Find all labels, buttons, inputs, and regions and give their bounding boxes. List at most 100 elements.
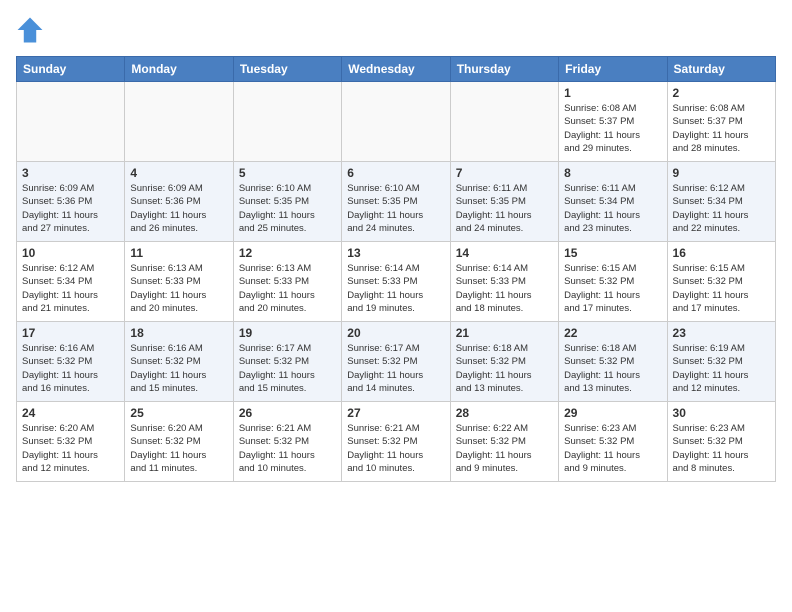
calendar-cell: 7 Sunrise: 6:11 AMSunset: 5:35 PMDaylight… (450, 162, 558, 242)
day-number: 12 (239, 246, 336, 260)
calendar-cell: 3 Sunrise: 6:09 AMSunset: 5:36 PMDaylight… (17, 162, 125, 242)
day-info: Sunrise: 6:09 AMSunset: 5:36 PMDaylight:… (22, 182, 119, 235)
day-number: 14 (456, 246, 553, 260)
day-number: 16 (673, 246, 770, 260)
calendar-table: SundayMondayTuesdayWednesdayThursdayFrid… (16, 56, 776, 482)
day-info: Sunrise: 6:21 AMSunset: 5:32 PMDaylight:… (239, 422, 336, 475)
calendar-cell: 17 Sunrise: 6:16 AMSunset: 5:32 PMDayligh… (17, 322, 125, 402)
calendar-cell: 28 Sunrise: 6:22 AMSunset: 5:32 PMDayligh… (450, 402, 558, 482)
day-number: 15 (564, 246, 661, 260)
calendar-cell: 13Sunrise: 6:14 AMSunset: 5:33 PMDayligh… (342, 242, 450, 322)
day-info: Sunrise: 6:10 AMSunset: 5:35 PMDaylight:… (347, 182, 444, 235)
day-number: 4 (130, 166, 227, 180)
day-number: 9 (673, 166, 770, 180)
day-number: 1 (564, 86, 661, 100)
calendar-cell: 22 Sunrise: 6:18 AMSunset: 5:32 PMDayligh… (559, 322, 667, 402)
day-info: Sunrise: 6:13 AMSunset: 5:33 PMDaylight:… (239, 262, 336, 315)
calendar-cell: 2 Sunrise: 6:08 AMSunset: 5:37 PMDaylight… (667, 82, 775, 162)
day-info: Sunrise: 6:23 AMSunset: 5:32 PMDaylight:… (673, 422, 770, 475)
calendar-day-header: Tuesday (233, 57, 341, 82)
calendar-cell: 21 Sunrise: 6:18 AMSunset: 5:32 PMDayligh… (450, 322, 558, 402)
calendar-cell (17, 82, 125, 162)
calendar-cell (125, 82, 233, 162)
calendar-cell (342, 82, 450, 162)
calendar-week-row: 10 Sunrise: 6:12 AMSunset: 5:34 PMDayligh… (17, 242, 776, 322)
day-info: Sunrise: 6:23 AMSunset: 5:32 PMDaylight:… (564, 422, 661, 475)
calendar-cell (450, 82, 558, 162)
day-number: 20 (347, 326, 444, 340)
calendar-cell: 20 Sunrise: 6:17 AMSunset: 5:32 PMDayligh… (342, 322, 450, 402)
calendar-week-row: 24 Sunrise: 6:20 AMSunset: 5:32 PMDayligh… (17, 402, 776, 482)
day-info: Sunrise: 6:15 AMSunset: 5:32 PMDaylight:… (564, 262, 661, 315)
day-info: Sunrise: 6:16 AMSunset: 5:32 PMDaylight:… (130, 342, 227, 395)
calendar-day-header: Wednesday (342, 57, 450, 82)
calendar-header-row: SundayMondayTuesdayWednesdayThursdayFrid… (17, 57, 776, 82)
calendar-cell: 12 Sunrise: 6:13 AMSunset: 5:33 PMDayligh… (233, 242, 341, 322)
day-number: 25 (130, 406, 227, 420)
day-number: 10 (22, 246, 119, 260)
day-info: Sunrise: 6:08 AMSunset: 5:37 PMDaylight:… (564, 102, 661, 155)
day-number: 21 (456, 326, 553, 340)
calendar-day-header: Friday (559, 57, 667, 82)
day-number: 18 (130, 326, 227, 340)
day-info: Sunrise: 6:22 AMSunset: 5:32 PMDaylight:… (456, 422, 553, 475)
day-number: 19 (239, 326, 336, 340)
day-info: Sunrise: 6:18 AMSunset: 5:32 PMDaylight:… (456, 342, 553, 395)
day-number: 5 (239, 166, 336, 180)
calendar-cell: 25 Sunrise: 6:20 AMSunset: 5:32 PMDayligh… (125, 402, 233, 482)
calendar-cell: 14 Sunrise: 6:14 AMSunset: 5:33 PMDayligh… (450, 242, 558, 322)
day-info: Sunrise: 6:11 AMSunset: 5:34 PMDaylight:… (564, 182, 661, 235)
day-number: 7 (456, 166, 553, 180)
day-info: Sunrise: 6:21 AMSunset: 5:32 PMDaylight:… (347, 422, 444, 475)
day-info: Sunrise: 6:09 AMSunset: 5:36 PMDaylight:… (130, 182, 227, 235)
day-info: Sunrise: 6:13 AMSunset: 5:33 PMDaylight:… (130, 262, 227, 315)
calendar-cell: 26 Sunrise: 6:21 AMSunset: 5:32 PMDayligh… (233, 402, 341, 482)
day-number: 8 (564, 166, 661, 180)
calendar-cell: 5 Sunrise: 6:10 AMSunset: 5:35 PMDaylight… (233, 162, 341, 242)
day-info: Sunrise: 6:12 AMSunset: 5:34 PMDaylight:… (22, 262, 119, 315)
day-number: 28 (456, 406, 553, 420)
day-info: Sunrise: 6:14 AMSunset: 5:33 PMDaylight:… (456, 262, 553, 315)
day-number: 26 (239, 406, 336, 420)
day-number: 27 (347, 406, 444, 420)
day-number: 2 (673, 86, 770, 100)
calendar-week-row: 1 Sunrise: 6:08 AMSunset: 5:37 PMDaylight… (17, 82, 776, 162)
day-info: Sunrise: 6:20 AMSunset: 5:32 PMDaylight:… (22, 422, 119, 475)
day-number: 3 (22, 166, 119, 180)
day-info: Sunrise: 6:14 AMSunset: 5:33 PMDaylight:… (347, 262, 444, 315)
calendar-cell: 19 Sunrise: 6:17 AMSunset: 5:32 PMDayligh… (233, 322, 341, 402)
calendar-cell: 23 Sunrise: 6:19 AMSunset: 5:32 PMDayligh… (667, 322, 775, 402)
day-number: 11 (130, 246, 227, 260)
page-header (16, 16, 776, 44)
day-info: Sunrise: 6:16 AMSunset: 5:32 PMDaylight:… (22, 342, 119, 395)
logo (16, 16, 48, 44)
calendar-cell: 9 Sunrise: 6:12 AMSunset: 5:34 PMDaylight… (667, 162, 775, 242)
logo-icon (16, 16, 44, 44)
calendar-cell: 18 Sunrise: 6:16 AMSunset: 5:32 PMDayligh… (125, 322, 233, 402)
day-number: 17 (22, 326, 119, 340)
day-info: Sunrise: 6:08 AMSunset: 5:37 PMDaylight:… (673, 102, 770, 155)
calendar-day-header: Thursday (450, 57, 558, 82)
day-number: 24 (22, 406, 119, 420)
day-number: 22 (564, 326, 661, 340)
calendar-day-header: Saturday (667, 57, 775, 82)
day-info: Sunrise: 6:12 AMSunset: 5:34 PMDaylight:… (673, 182, 770, 235)
day-info: Sunrise: 6:15 AMSunset: 5:32 PMDaylight:… (673, 262, 770, 315)
day-info: Sunrise: 6:19 AMSunset: 5:32 PMDaylight:… (673, 342, 770, 395)
day-number: 30 (673, 406, 770, 420)
day-info: Sunrise: 6:11 AMSunset: 5:35 PMDaylight:… (456, 182, 553, 235)
calendar-cell: 4 Sunrise: 6:09 AMSunset: 5:36 PMDaylight… (125, 162, 233, 242)
calendar-cell: 29Sunrise: 6:23 AMSunset: 5:32 PMDayligh… (559, 402, 667, 482)
day-number: 23 (673, 326, 770, 340)
calendar-day-header: Sunday (17, 57, 125, 82)
calendar-cell: 8 Sunrise: 6:11 AMSunset: 5:34 PMDaylight… (559, 162, 667, 242)
day-info: Sunrise: 6:18 AMSunset: 5:32 PMDaylight:… (564, 342, 661, 395)
calendar-week-row: 3 Sunrise: 6:09 AMSunset: 5:36 PMDaylight… (17, 162, 776, 242)
day-info: Sunrise: 6:10 AMSunset: 5:35 PMDaylight:… (239, 182, 336, 235)
day-info: Sunrise: 6:17 AMSunset: 5:32 PMDaylight:… (347, 342, 444, 395)
day-info: Sunrise: 6:20 AMSunset: 5:32 PMDaylight:… (130, 422, 227, 475)
calendar-cell (233, 82, 341, 162)
day-info: Sunrise: 6:17 AMSunset: 5:32 PMDaylight:… (239, 342, 336, 395)
calendar-cell: 10 Sunrise: 6:12 AMSunset: 5:34 PMDayligh… (17, 242, 125, 322)
calendar-day-header: Monday (125, 57, 233, 82)
